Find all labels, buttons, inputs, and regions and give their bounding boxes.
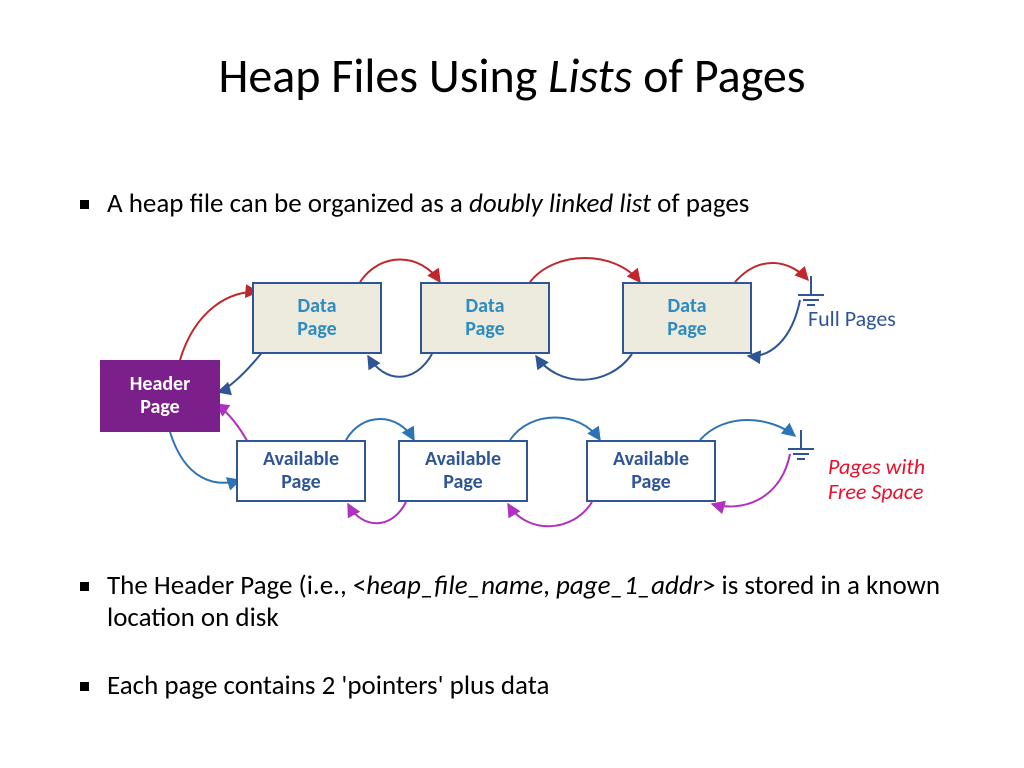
bullet1-italic: doubly linked list xyxy=(469,187,651,220)
data-page-box-2: DataPage xyxy=(420,282,550,354)
slide-title: Heap Files Using Lists of Pages xyxy=(0,46,1024,105)
header-page-label: HeaderPage xyxy=(130,373,190,419)
bullet-3: Each page contains 2 'pointers' plus dat… xyxy=(80,670,960,732)
title-post: of Pages xyxy=(632,46,805,105)
available-page-label: AvailablePage xyxy=(425,448,501,494)
available-page-label: AvailablePage xyxy=(263,448,339,494)
bullet-icon xyxy=(80,200,89,209)
bullet2-it1: heap_file_name xyxy=(366,569,543,602)
bullet-2: The Header Page (i.e., <heap_file_name, … xyxy=(80,570,960,665)
bullet1-post: of pages xyxy=(651,187,749,220)
terminator-icon xyxy=(786,430,816,460)
available-page-label: AvailablePage xyxy=(613,448,689,494)
bullet-icon xyxy=(80,682,89,691)
bullet2-pre: The Header Page (i.e., < xyxy=(107,569,366,602)
diagram: HeaderPage DataPage DataPage DataPage Av… xyxy=(0,240,1024,540)
free-space-text: Pages withFree Space xyxy=(828,453,925,505)
data-page-label: DataPage xyxy=(667,295,706,341)
bullet3-text: Each page contains 2 'pointers' plus dat… xyxy=(107,670,549,702)
data-page-label: DataPage xyxy=(465,295,504,341)
bullet2-it2: page_1_addr xyxy=(556,569,702,602)
data-page-label: DataPage xyxy=(297,295,336,341)
slide: Heap Files Using Lists of Pages A heap f… xyxy=(0,0,1024,768)
full-pages-label: Full Pages xyxy=(808,306,896,331)
bullet-icon xyxy=(80,582,89,591)
free-space-label: Pages withFree Space xyxy=(828,454,925,505)
data-page-box-3: DataPage xyxy=(622,282,752,354)
bullet2-mid: , xyxy=(543,569,556,602)
data-page-box-1: DataPage xyxy=(252,282,382,354)
bullet1-pre: A heap file can be organized as a xyxy=(107,187,469,220)
title-italic: Lists xyxy=(548,46,632,105)
terminator-icon xyxy=(796,276,826,306)
available-page-box-3: AvailablePage xyxy=(586,440,716,502)
available-page-box-2: AvailablePage xyxy=(398,440,528,502)
header-page-box: HeaderPage xyxy=(100,360,220,432)
title-pre: Heap Files Using xyxy=(218,46,548,105)
available-page-box-1: AvailablePage xyxy=(236,440,366,502)
